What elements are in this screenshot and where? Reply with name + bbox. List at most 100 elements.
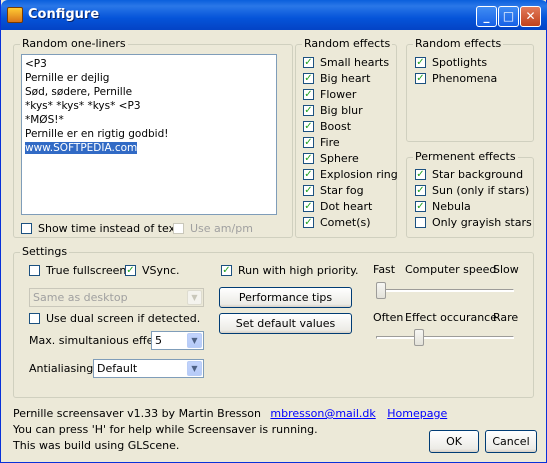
- checkbox-box[interactable]: ✓: [303, 121, 314, 132]
- effect-label: Boost: [320, 120, 352, 133]
- effect-checkbox[interactable]: ✓ Fire: [303, 136, 340, 149]
- speed-title-label: Computer speed: [405, 263, 497, 276]
- settings-legend: Settings: [20, 245, 70, 258]
- effect-label: Star fog: [320, 184, 364, 197]
- high-priority-checkbox[interactable]: ✓ Run with high priority.: [221, 264, 359, 277]
- slider-thumb[interactable]: [376, 282, 386, 299]
- perm-grayish-stars-checkbox[interactable]: Only grayish stars: [415, 216, 532, 229]
- perm-sun-checkbox[interactable]: ✓ Sun (only if stars): [415, 184, 529, 197]
- effect-label: Big heart: [320, 72, 371, 85]
- computer-speed-slider[interactable]: [373, 281, 517, 299]
- checkbox-box[interactable]: ✓: [303, 89, 314, 100]
- checkbox-box[interactable]: ✓: [415, 57, 426, 68]
- checkbox-box[interactable]: ✓: [303, 201, 314, 212]
- perm-label: Sun (only if stars): [432, 184, 530, 197]
- use-ampm-checkbox[interactable]: Use am/pm: [173, 222, 253, 235]
- effect-checkbox[interactable]: ✓ Flower: [303, 88, 356, 101]
- checkbox-box[interactable]: ✓: [221, 265, 232, 276]
- maximize-button[interactable]: □: [498, 6, 519, 27]
- effect-checkbox[interactable]: ✓ Dot heart: [303, 200, 372, 213]
- dual-screen-checkbox[interactable]: Use dual screen if detected.: [29, 312, 200, 325]
- effect-label: Fire: [320, 136, 340, 149]
- max-effects-label: Max. simultanious effects: [29, 334, 170, 347]
- effect-checkbox[interactable]: ✓ Star fog: [303, 184, 364, 197]
- version-line: Pernille screensaver v1.33 by Martin Bre…: [13, 407, 447, 420]
- oneliner-line-selected: www.SOFTPEDIA.com: [25, 142, 138, 154]
- email-link[interactable]: mbresson@mail.dk: [270, 407, 375, 420]
- effect-checkbox[interactable]: ✓ Boost: [303, 120, 351, 133]
- show-time-checkbox[interactable]: Show time instead of text: [21, 222, 179, 235]
- effect-label: Comet(s): [320, 216, 371, 229]
- chevron-down-icon[interactable]: ▼: [187, 290, 202, 305]
- perm-label: Star background: [432, 168, 524, 181]
- checkbox-box[interactable]: [29, 265, 40, 276]
- oneliner-line: *MØS!*: [25, 114, 64, 126]
- checkbox-box[interactable]: ✓: [303, 73, 314, 84]
- occurance-often-label: Often: [373, 311, 404, 324]
- checkbox-box[interactable]: ✓: [303, 185, 314, 196]
- checkbox-box[interactable]: ✓: [415, 73, 426, 84]
- checkbox-box[interactable]: ✓: [303, 153, 314, 164]
- max-effects-value: 5: [155, 334, 162, 347]
- oneliner-line: Pernille er en rigtig godbid!: [25, 128, 169, 140]
- checkbox-box[interactable]: ✓: [303, 137, 314, 148]
- random-effects2-legend: Random effects: [413, 37, 504, 50]
- effect-checkbox[interactable]: ✓ Comet(s): [303, 216, 371, 229]
- effect-checkbox[interactable]: ✓ Big heart: [303, 72, 370, 85]
- vsync-label: VSync.: [142, 264, 180, 277]
- effect-spotlights-checkbox[interactable]: ✓ Spotlights: [415, 56, 487, 69]
- checkbox-box[interactable]: ✓: [415, 201, 426, 212]
- effect-checkbox[interactable]: ✓ Sphere: [303, 152, 359, 165]
- checkbox-box[interactable]: ✓: [125, 265, 136, 276]
- slider-thumb[interactable]: [414, 329, 424, 346]
- max-effects-select[interactable]: 5 ▼: [151, 331, 204, 350]
- window-title: Configure: [28, 7, 100, 22]
- speed-slow-label: Slow: [493, 263, 519, 276]
- occurance-title-label: Effect occurance: [405, 311, 498, 324]
- chevron-down-icon[interactable]: ▼: [187, 333, 202, 348]
- performance-tips-label: Performance tips: [238, 291, 333, 304]
- set-default-values-button[interactable]: Set default values: [219, 313, 352, 334]
- true-fullscreen-checkbox[interactable]: True fullscreen.: [29, 264, 130, 277]
- cancel-button[interactable]: Cancel: [485, 430, 537, 453]
- homepage-link[interactable]: Homepage: [387, 407, 447, 420]
- checkbox-box[interactable]: ✓: [303, 217, 314, 228]
- resolution-value: Same as desktop: [33, 291, 128, 304]
- perm-nebula-checkbox[interactable]: ✓ Nebula: [415, 200, 471, 213]
- cancel-label: Cancel: [492, 435, 530, 448]
- effect-phenomena-checkbox[interactable]: ✓ Phenomena: [415, 72, 497, 85]
- checkbox-box[interactable]: [173, 223, 184, 234]
- chevron-down-icon[interactable]: ▼: [187, 361, 202, 376]
- build-info-text: This was build using GLScene.: [13, 439, 180, 452]
- help-hint-text: You can press 'H' for help while Screens…: [13, 423, 318, 436]
- antialiasing-value: Default: [97, 362, 138, 375]
- minimize-button[interactable]: _: [476, 6, 497, 27]
- performance-tips-button[interactable]: Performance tips: [219, 287, 352, 308]
- perm-star-background-checkbox[interactable]: ✓ Star background: [415, 168, 523, 181]
- effect-checkbox[interactable]: ✓ Small hearts: [303, 56, 389, 69]
- close-button[interactable]: ✕: [520, 6, 541, 27]
- random-effects-legend: Random effects: [302, 37, 393, 50]
- checkbox-box[interactable]: ✓: [303, 105, 314, 116]
- checkbox-box[interactable]: [21, 223, 32, 234]
- checkbox-box[interactable]: ✓: [303, 57, 314, 68]
- title-bar[interactable]: Configure _ □ ✕: [1, 0, 547, 30]
- checkbox-box[interactable]: [415, 217, 426, 228]
- vsync-checkbox[interactable]: ✓ VSync.: [125, 264, 180, 277]
- dual-screen-label: Use dual screen if detected.: [46, 312, 201, 325]
- checkbox-box[interactable]: ✓: [415, 169, 426, 180]
- effect-label: Explosion ring: [320, 168, 398, 181]
- oneliner-line: *kys* *kys* *kys* <P3: [25, 100, 141, 112]
- effect-checkbox[interactable]: ✓ Big blur: [303, 104, 363, 117]
- resolution-select[interactable]: Same as desktop ▼: [29, 288, 204, 307]
- effect-checkbox[interactable]: ✓ Explosion ring: [303, 168, 398, 181]
- antialiasing-select[interactable]: Default ▼: [93, 359, 204, 378]
- effect-occurance-slider[interactable]: [373, 328, 517, 346]
- app-icon: [7, 7, 23, 23]
- checkbox-box[interactable]: [29, 313, 40, 324]
- checkbox-box[interactable]: ✓: [303, 169, 314, 180]
- oneliners-textarea[interactable]: <P3 Pernille er dejlig Sød, sødere, Pern…: [21, 54, 277, 215]
- antialiasing-label: Antialiasing: [29, 362, 94, 375]
- checkbox-box[interactable]: ✓: [415, 185, 426, 196]
- ok-button[interactable]: OK: [429, 430, 479, 453]
